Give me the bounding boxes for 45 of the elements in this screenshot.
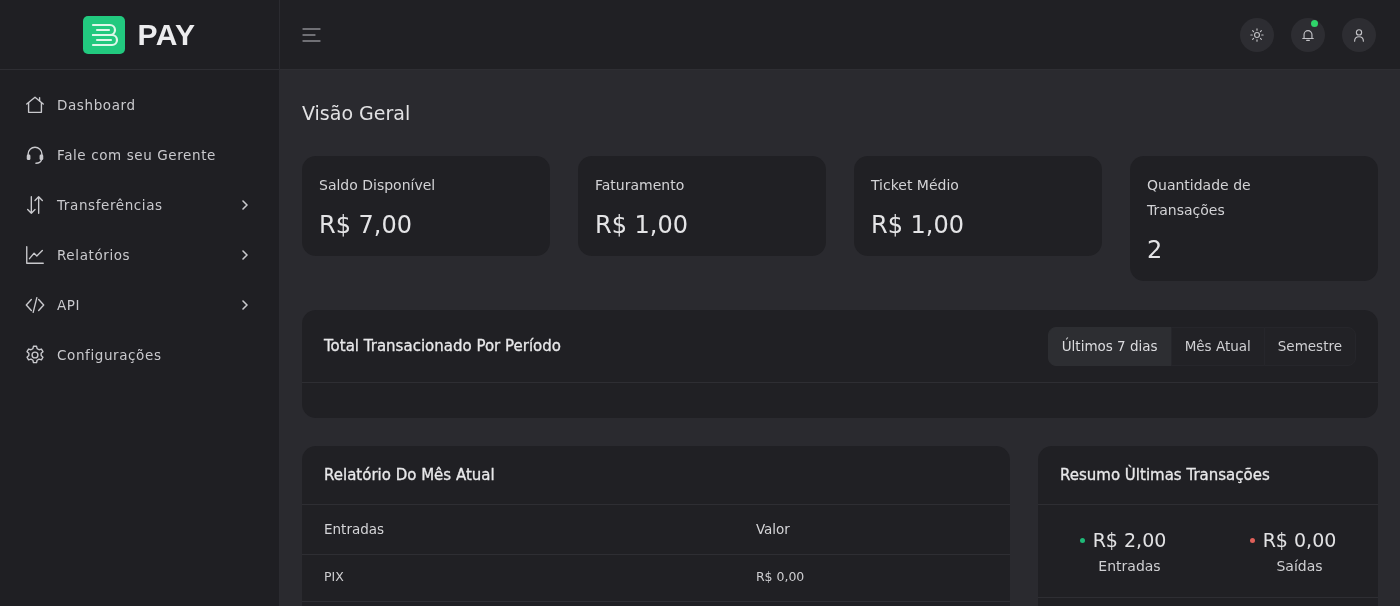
panel-title: Total Transacionado Por Período <box>324 335 561 357</box>
brand-name: PAY <box>137 19 196 50</box>
sidebar-item[interactable]: Transferências <box>0 180 279 230</box>
period-tab[interactable]: Mês Atual <box>1170 326 1265 366</box>
card-title: Resumo Ùltimas Transações <box>1060 464 1270 486</box>
theme-button[interactable] <box>1240 17 1274 52</box>
home-icon <box>24 94 46 116</box>
sidebar-item[interactable]: Configurações <box>0 330 279 380</box>
settings-icon <box>24 344 46 366</box>
period-tab[interactable]: Semestre <box>1263 326 1356 366</box>
stat-value: R$ 1,00 <box>595 210 689 241</box>
sidebar-item[interactable]: Dashboard <box>0 80 279 130</box>
sun-icon <box>1250 27 1264 42</box>
period-tab[interactable]: Últimos 7 dias <box>1047 326 1172 366</box>
stat-label: Quantidade de Transações <box>1147 176 1252 220</box>
column-header: Entradas <box>302 505 734 554</box>
sidebar-item[interactable]: Fale com seu Gerente <box>0 130 279 180</box>
summary-value: R$ 0,00 <box>1262 528 1337 553</box>
column-header: Valor <box>733 505 1010 554</box>
headset-icon <box>24 144 46 166</box>
logo-icon <box>83 15 126 54</box>
bell-icon <box>1301 27 1315 42</box>
sidebar-item[interactable]: API <box>0 280 279 330</box>
menu-button[interactable] <box>302 27 321 42</box>
summary-label: Entradas <box>1097 557 1162 576</box>
profile-button[interactable] <box>1342 17 1376 52</box>
stat-value: R$ 7,00 <box>319 210 413 241</box>
notifications-button[interactable] <box>1291 17 1325 52</box>
summary-label: Saídas <box>1275 557 1324 576</box>
user-icon <box>1352 27 1366 42</box>
up-down-arrows-icon <box>24 194 46 216</box>
table-cell: R$ 0,00 <box>733 554 1010 601</box>
stat-label: Ticket Médio <box>871 176 960 195</box>
summary-value: R$ 2,00 <box>1092 528 1167 553</box>
sidebar-item[interactable]: Relatórios <box>0 230 279 280</box>
line-chart-icon <box>24 244 46 266</box>
code-icon <box>24 294 46 316</box>
menu-icon <box>302 27 321 42</box>
stat-value: R$ 1,00 <box>871 210 965 241</box>
card-title: Relatório Do Mês Atual <box>324 464 495 486</box>
stat-label: Saldo Disponível <box>319 176 437 195</box>
table-cell: PIX <box>302 554 734 601</box>
page-title: Visão Geral <box>302 101 412 126</box>
stat-value: 2 <box>1147 235 1164 266</box>
stat-label: Faturamento <box>595 176 686 195</box>
